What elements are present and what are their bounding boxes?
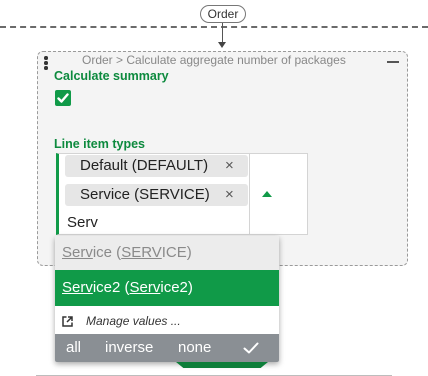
chip-service: Service (SERVICE) ×: [65, 184, 248, 206]
line-item-types-multiselect[interactable]: Default (DEFAULT) × Service (SERVICE) × …: [56, 153, 308, 235]
toggle-divider: [249, 154, 250, 234]
canvas-dashed-separator: [0, 26, 428, 28]
option-service2[interactable]: Service2 (Service2): [55, 270, 279, 306]
chip-default: Default (DEFAULT) ×: [65, 155, 248, 177]
match-highlight: SERV: [121, 244, 162, 261]
chip-label: Service (SERVICE): [80, 186, 210, 203]
calculate-summary-checkbox[interactable]: [55, 90, 71, 106]
caret-up-icon[interactable]: [262, 191, 272, 197]
minimize-button[interactable]: [387, 61, 399, 63]
checkmark-icon: [57, 93, 69, 103]
manage-values-label: Manage values ...: [86, 314, 181, 328]
connector-arrow-icon: [218, 42, 226, 48]
manage-values-link[interactable]: Manage values ...: [55, 308, 279, 334]
option-text: ice2): [160, 279, 193, 296]
chip-label: Default (DEFAULT): [80, 157, 209, 174]
option-text: ICE): [161, 244, 192, 261]
select-all-button[interactable]: all: [66, 334, 81, 362]
connector-line: [222, 20, 223, 44]
option-text: ice (: [92, 244, 122, 261]
match-highlight: Serv: [62, 279, 93, 296]
line-item-types-label: Line item types: [54, 137, 145, 151]
order-node[interactable]: Order: [200, 5, 246, 23]
match-highlight: Serv: [62, 244, 93, 261]
drag-handle-icon[interactable]: [44, 56, 48, 70]
external-link-icon: [62, 316, 73, 327]
selection-actions-bar: all inverse none: [55, 334, 279, 362]
card-breadcrumb: Order > Calculate aggregate number of pa…: [82, 53, 346, 67]
next-node-partial: [176, 362, 268, 368]
remove-chip-icon[interactable]: ×: [225, 155, 234, 177]
match-highlight: Serv: [129, 279, 161, 296]
confirm-check-icon[interactable]: [243, 342, 259, 354]
remove-chip-icon[interactable]: ×: [225, 184, 234, 206]
calculate-summary-label: Calculate summary: [54, 69, 169, 83]
multiselect-search-input[interactable]: Serv: [67, 214, 98, 231]
calculate-packages-card: Order > Calculate aggregate number of pa…: [37, 51, 408, 266]
select-none-button[interactable]: none: [178, 334, 211, 362]
inverse-selection-button[interactable]: inverse: [105, 334, 153, 362]
options-dropdown: Service (SERVICE) Service2 (Service2) Ma…: [55, 236, 279, 362]
option-text: ice2 (: [92, 279, 130, 296]
option-service[interactable]: Service (SERVICE): [55, 236, 279, 270]
